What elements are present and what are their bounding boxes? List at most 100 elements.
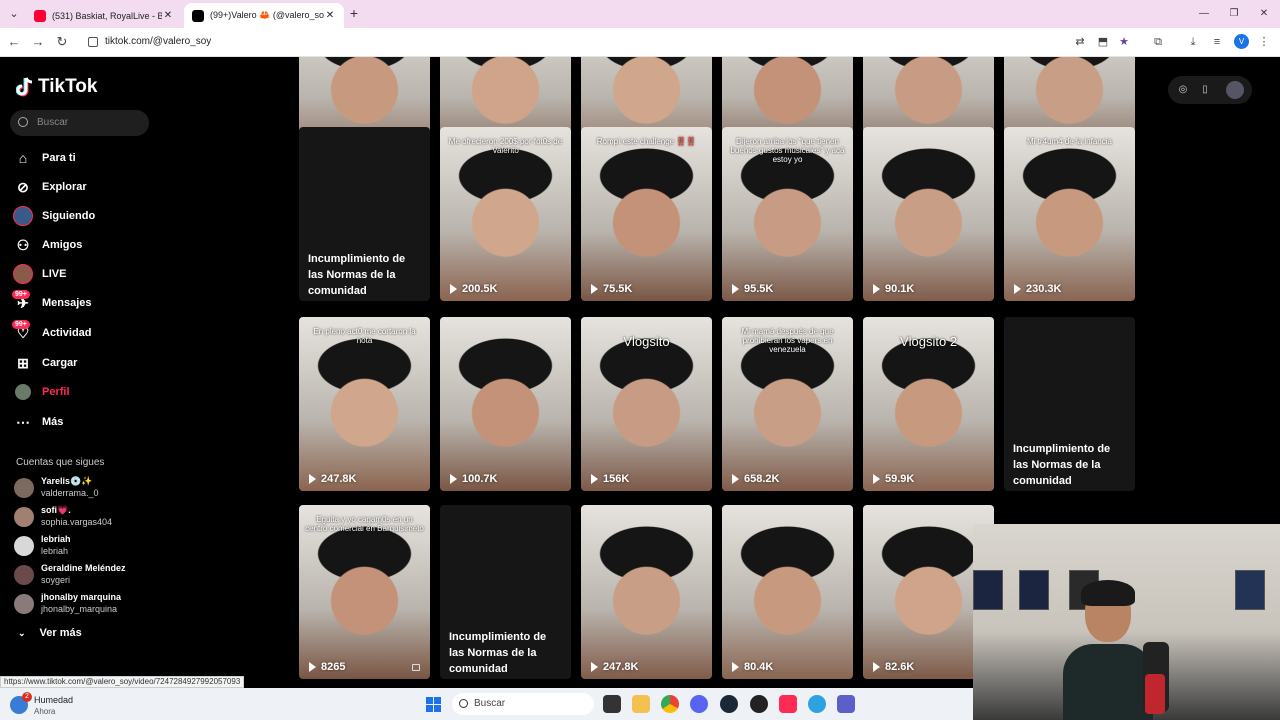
- media-controls-icon[interactable]: ≡: [1209, 34, 1225, 50]
- video-card[interactable]: Incumplimiento de las Normas de la comun…: [1004, 317, 1135, 491]
- following-item[interactable]: sofi💗. sophia.vargas404: [14, 504, 154, 530]
- weather-widget[interactable]: 2 Humedad Ahora: [10, 692, 90, 716]
- red-lamp: [1145, 674, 1165, 714]
- notification-badge: 99+: [12, 290, 30, 299]
- view-count: 230.3K: [1014, 283, 1061, 295]
- nav-mas[interactable]: ⋯ Más: [12, 410, 152, 434]
- nav-label: LIVE: [42, 268, 67, 280]
- tab-search-icon[interactable]: ⌄: [6, 6, 22, 22]
- video-card[interactable]: Incumplimiento de las Normas de la comun…: [299, 127, 430, 301]
- nav-explorar[interactable]: ⊘ Explorar: [12, 175, 152, 199]
- translate-icon[interactable]: ⇄: [1072, 34, 1088, 50]
- phone-icon[interactable]: ▯: [1198, 83, 1212, 97]
- file-explorer-icon[interactable]: [632, 695, 650, 713]
- following-name: Yarelis💿✨: [41, 476, 93, 486]
- discord-icon[interactable]: [690, 695, 708, 713]
- close-tab-icon[interactable]: ✕: [162, 10, 174, 21]
- nav-para-ti[interactable]: ⌂ Para ti: [12, 146, 152, 170]
- nav-cargar[interactable]: ⊞ Cargar: [12, 351, 152, 375]
- view-count-text: 90.1K: [885, 283, 915, 295]
- following-item[interactable]: lebriah lebriah: [14, 533, 154, 559]
- video-card[interactable]: Vlogsito 2 59.9K: [863, 317, 994, 491]
- video-card[interactable]: Me ofrecieron 200$ por fot0s de Valerito…: [440, 127, 571, 301]
- taskbar-search[interactable]: Buscar: [452, 693, 594, 715]
- downloads-icon[interactable]: ⤓: [1185, 34, 1201, 50]
- extensions-icon[interactable]: ⧉: [1150, 34, 1166, 50]
- close-tab-icon[interactable]: ✕: [324, 10, 336, 21]
- install-app-icon[interactable]: ⬒: [1095, 34, 1111, 50]
- browser-menu-icon[interactable]: ⋮: [1256, 34, 1272, 50]
- chrome-icon[interactable]: [661, 695, 679, 713]
- play-icon: [591, 474, 598, 484]
- obs-icon[interactable]: [750, 695, 768, 713]
- video-card[interactable]: Vlogsito 156K: [581, 317, 712, 491]
- nav-label: Cargar: [42, 357, 78, 369]
- nav-label: Perfil: [42, 386, 70, 398]
- following-item[interactable]: Geraldine Meléndez soygeri: [14, 562, 154, 588]
- steam-icon[interactable]: [720, 695, 738, 713]
- video-card[interactable]: Mi mamá después de que prohibieran los v…: [722, 317, 853, 491]
- minimize-icon[interactable]: —: [1196, 6, 1212, 22]
- video-card[interactable]: Mi tr4um4 de la infancia 230.3K: [1004, 127, 1135, 301]
- tiktok-app-icon[interactable]: [779, 695, 797, 713]
- url-bar[interactable]: tiktok.com/@valero_soy: [80, 31, 1140, 53]
- teams-icon[interactable]: [837, 695, 855, 713]
- tiktok-logo[interactable]: TikTok: [16, 75, 97, 99]
- weather-badge: 2: [22, 692, 32, 702]
- see-more-button[interactable]: ⌄ Ver más: [18, 627, 82, 639]
- youtube-favicon-icon: [34, 9, 46, 22]
- view-count-text: 59.9K: [885, 473, 915, 485]
- streamer-body: [1063, 644, 1153, 720]
- video-card[interactable]: 100.7K: [440, 317, 571, 491]
- following-item[interactable]: jhonalby marquina jhonalby_marquina: [14, 591, 154, 617]
- view-count: 80.4K: [732, 661, 773, 673]
- video-card[interactable]: Dijeron arriba los "que tienen buenos gu…: [722, 127, 853, 301]
- link-status-url: https://www.tiktok.com/@valero_soy/video…: [0, 676, 245, 688]
- telegram-icon[interactable]: [808, 695, 826, 713]
- restore-icon[interactable]: ❐: [1226, 6, 1242, 22]
- back-icon[interactable]: ←: [6, 34, 22, 50]
- windows-start-icon[interactable]: [426, 697, 441, 712]
- search-input[interactable]: Buscar: [10, 110, 149, 136]
- video-card[interactable]: Incumplimiento de las Normas de la comun…: [440, 505, 571, 679]
- play-icon: [591, 662, 598, 672]
- view-count-text: 8265: [321, 661, 346, 673]
- compass-icon[interactable]: ◎: [1176, 83, 1190, 97]
- nav-live[interactable]: LIVE: [12, 262, 152, 286]
- nav-actividad[interactable]: ♡ 99+ Actividad: [12, 320, 152, 345]
- profile-avatar[interactable]: V: [1234, 34, 1249, 49]
- nav-perfil[interactable]: Perfil: [12, 380, 152, 404]
- community-guidelines-violation-notice: Incumplimiento de las Normas de la comun…: [449, 631, 547, 675]
- task-view-icon[interactable]: [603, 695, 621, 713]
- home-icon: ⌂: [18, 150, 28, 166]
- tab-youtube[interactable]: (531) Baskiat, RoyalLive - Báilam ✕: [26, 3, 182, 28]
- avatar: [14, 478, 34, 498]
- video-caption: En pleno act0 me cortaron la nota: [313, 327, 416, 346]
- video-card[interactable]: Eguita y yo cagam0s en un centro comerci…: [299, 505, 430, 679]
- forward-icon[interactable]: →: [30, 34, 46, 50]
- following-avatar-icon: [12, 205, 34, 227]
- reload-icon[interactable]: ↻: [54, 34, 70, 50]
- video-card[interactable]: En pleno act0 me cortaron la nota 247.8K: [299, 317, 430, 491]
- play-icon: [732, 284, 739, 294]
- new-tab-icon[interactable]: +: [346, 5, 362, 21]
- search-placeholder: Buscar: [37, 117, 69, 128]
- following-item[interactable]: Yarelis💿✨ valderrama._0: [14, 475, 154, 501]
- video-card[interactable]: 80.4K: [722, 505, 853, 679]
- profile-avatar-icon: [12, 381, 34, 403]
- site-info-icon[interactable]: [88, 37, 98, 47]
- tab-tiktok[interactable]: (99+)Valero 🦀 (@valero_soy) | T ✕: [184, 3, 344, 28]
- video-card[interactable]: 90.1K: [863, 127, 994, 301]
- nav-mensajes[interactable]: ✈ 99+ Mensajes: [12, 290, 152, 315]
- chevron-down-icon: ⌄: [18, 627, 26, 638]
- view-count-text: 75.5K: [603, 283, 633, 295]
- video-card[interactable]: Rompí este challenge ‼️‼️ 75.5K: [581, 127, 712, 301]
- poster-image: [973, 570, 1003, 610]
- account-avatar-icon[interactable]: [1226, 81, 1244, 99]
- address-toolbar: ← → ↻ tiktok.com/@valero_soy ⇄ ⬒ ★ ⧉ ⤓ ≡…: [0, 28, 1280, 57]
- close-window-icon[interactable]: ✕: [1256, 6, 1272, 22]
- nav-amigos[interactable]: ⚇ Amigos: [12, 233, 152, 257]
- nav-siguiendo[interactable]: Siguiendo: [12, 204, 152, 228]
- bookmark-star-icon[interactable]: ★: [1116, 34, 1132, 50]
- video-card[interactable]: 247.8K: [581, 505, 712, 679]
